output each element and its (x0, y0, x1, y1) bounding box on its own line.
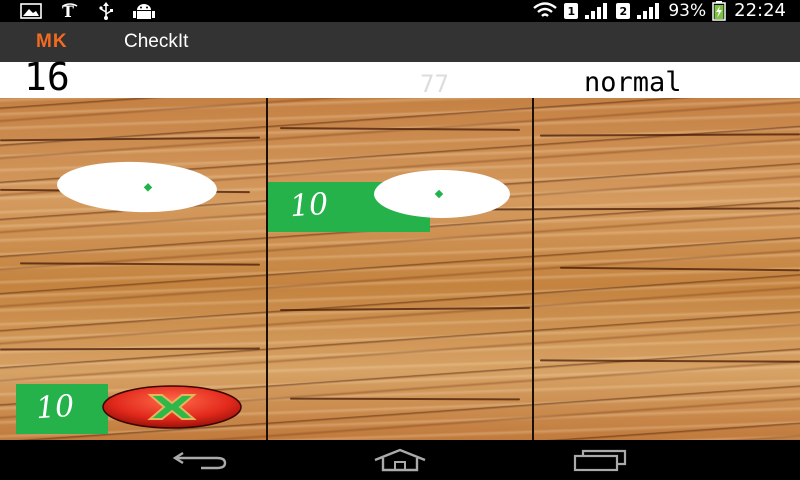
wood-grain (539, 359, 800, 363)
score-bar: 16 77 normal (0, 58, 800, 98)
usb-icon (98, 2, 114, 20)
wood-grain (279, 127, 521, 131)
screen: T 1 2 93% 22:24 MK CheckIt 16 77 normal … (0, 0, 800, 480)
status-right-icons: 1 2 93% 22:24 (532, 0, 786, 22)
sim2-icon: 2 (616, 3, 631, 19)
sim1-icon: 1 (564, 3, 579, 19)
close-button[interactable] (102, 385, 242, 429)
mode-label: normal (584, 67, 682, 98)
battery-charging-icon (712, 1, 726, 21)
back-button[interactable] (170, 448, 230, 472)
target-circle[interactable] (374, 170, 510, 218)
column-divider (532, 98, 534, 440)
recent-apps-icon (573, 449, 627, 472)
column-divider (266, 98, 268, 440)
close-x-icon (102, 385, 242, 429)
score-value: 16 (24, 55, 70, 99)
wifi-icon (532, 2, 558, 20)
home-icon (374, 448, 426, 472)
target-dot (434, 189, 444, 199)
wood-grain (539, 133, 800, 137)
status-bar: T 1 2 93% 22:24 (0, 0, 800, 22)
home-button[interactable] (370, 448, 430, 472)
game-board[interactable]: 10 10 (0, 98, 800, 440)
tile-label: 10 (34, 388, 76, 427)
action-bar: MK CheckIt (0, 22, 800, 62)
gallery-icon (20, 3, 42, 19)
app-title: CheckIt (124, 31, 189, 52)
number-tile[interactable]: 10 (16, 384, 108, 434)
target-circle[interactable] (56, 159, 218, 215)
battery-percent: 93% (668, 1, 707, 21)
wood-grain (19, 262, 261, 266)
wood-grain (559, 266, 800, 272)
android-debug-icon (132, 2, 156, 20)
nytimes-icon: T (60, 2, 80, 20)
nav-bar (0, 440, 800, 480)
wood-grain (0, 136, 261, 142)
wood-grain (289, 397, 521, 401)
status-left-icons: T (20, 0, 156, 22)
tile-label: 10 (288, 186, 330, 225)
signal2-icon (636, 3, 662, 19)
signal1-icon (584, 3, 610, 19)
back-icon (172, 451, 227, 470)
target-dot (143, 183, 153, 192)
clock: 22:24 (734, 0, 786, 21)
wood-grain (279, 306, 531, 312)
wood-grain (0, 347, 261, 351)
recent-apps-button[interactable] (570, 448, 630, 472)
counter-value: 77 (420, 70, 449, 98)
